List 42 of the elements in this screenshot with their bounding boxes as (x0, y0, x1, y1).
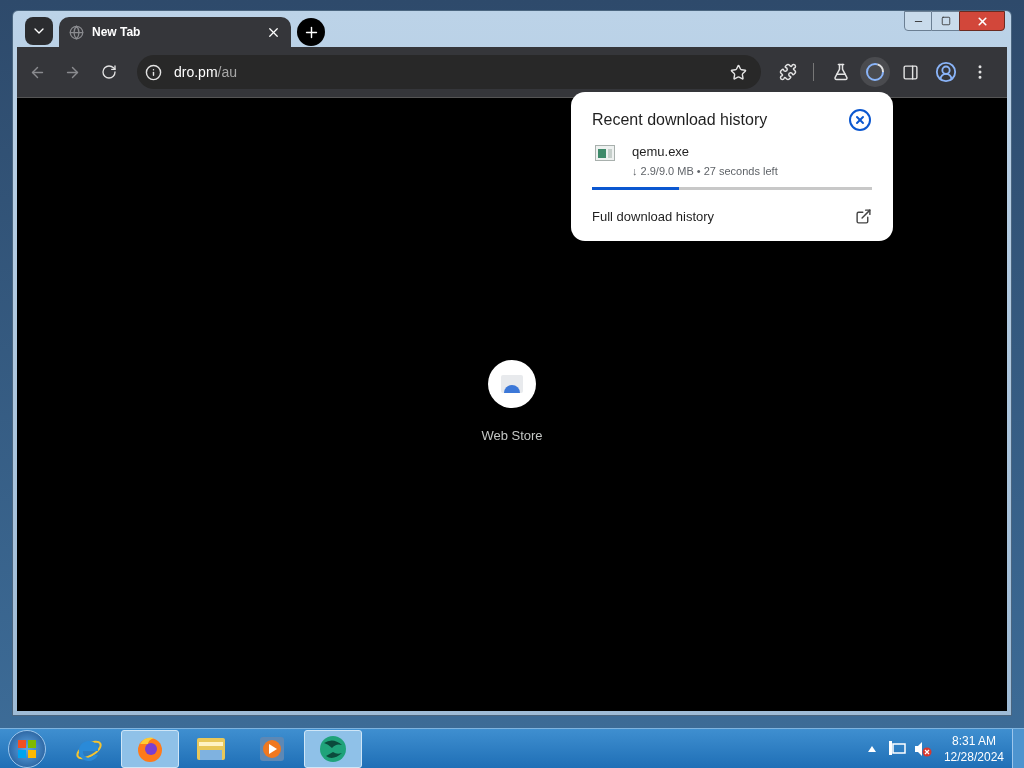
address-bar[interactable]: dro.pm/au (137, 55, 761, 89)
windows-logo-icon (17, 738, 37, 759)
star-icon[interactable] (730, 63, 747, 81)
info-icon[interactable] (145, 63, 162, 81)
shortcut-tile[interactable] (488, 360, 536, 408)
close-icon (975, 14, 989, 28)
url-text: dro.pm/au (174, 62, 238, 82)
popup-title: Recent download history (592, 110, 768, 130)
download-item[interactable]: qemu.exe ↓ 2.9/9.0 MB • 27 seconds left (592, 142, 872, 190)
file-icon (595, 145, 615, 161)
window-close-button[interactable] (959, 11, 1005, 31)
tab-search-button[interactable] (25, 17, 53, 45)
muted-speaker-icon[interactable] (913, 740, 932, 757)
download-status: ↓ 2.9/9.0 MB • 27 seconds left (632, 163, 778, 179)
flask-icon[interactable] (832, 63, 850, 81)
store-icon (500, 373, 524, 395)
progress-ring-icon (865, 62, 885, 82)
shortcut-label: Web Store (481, 427, 543, 445)
media-player-icon (258, 734, 286, 763)
maximize-button[interactable] (932, 11, 959, 31)
clock-date: 12/28/2024 (943, 748, 1004, 765)
minimize-button[interactable] (904, 11, 932, 31)
side-panel-icon[interactable] (902, 63, 919, 81)
taskbar-app[interactable] (304, 729, 362, 768)
tab-title: New Tab (92, 24, 141, 41)
start-button[interactable] (8, 729, 46, 768)
tray-arrow-icon[interactable] (867, 745, 876, 752)
browser-tab[interactable]: New Tab (59, 17, 291, 47)
clock-time: 8:31 AM (951, 732, 996, 749)
puzzle-icon[interactable] (779, 63, 797, 81)
network-icon[interactable] (887, 740, 906, 757)
download-button[interactable] (860, 57, 890, 87)
taskbar-app[interactable] (121, 729, 179, 768)
maximize-icon (940, 16, 951, 26)
avatar-icon[interactable] (935, 61, 957, 83)
reload-icon[interactable] (101, 64, 117, 80)
external-link-icon[interactable] (855, 208, 872, 226)
full-history-link[interactable]: Full download history (592, 207, 715, 227)
file-name: qemu.exe (632, 143, 691, 161)
globe-icon (69, 24, 84, 40)
close-icon[interactable] (848, 108, 872, 132)
new-tab-button[interactable] (297, 18, 325, 46)
